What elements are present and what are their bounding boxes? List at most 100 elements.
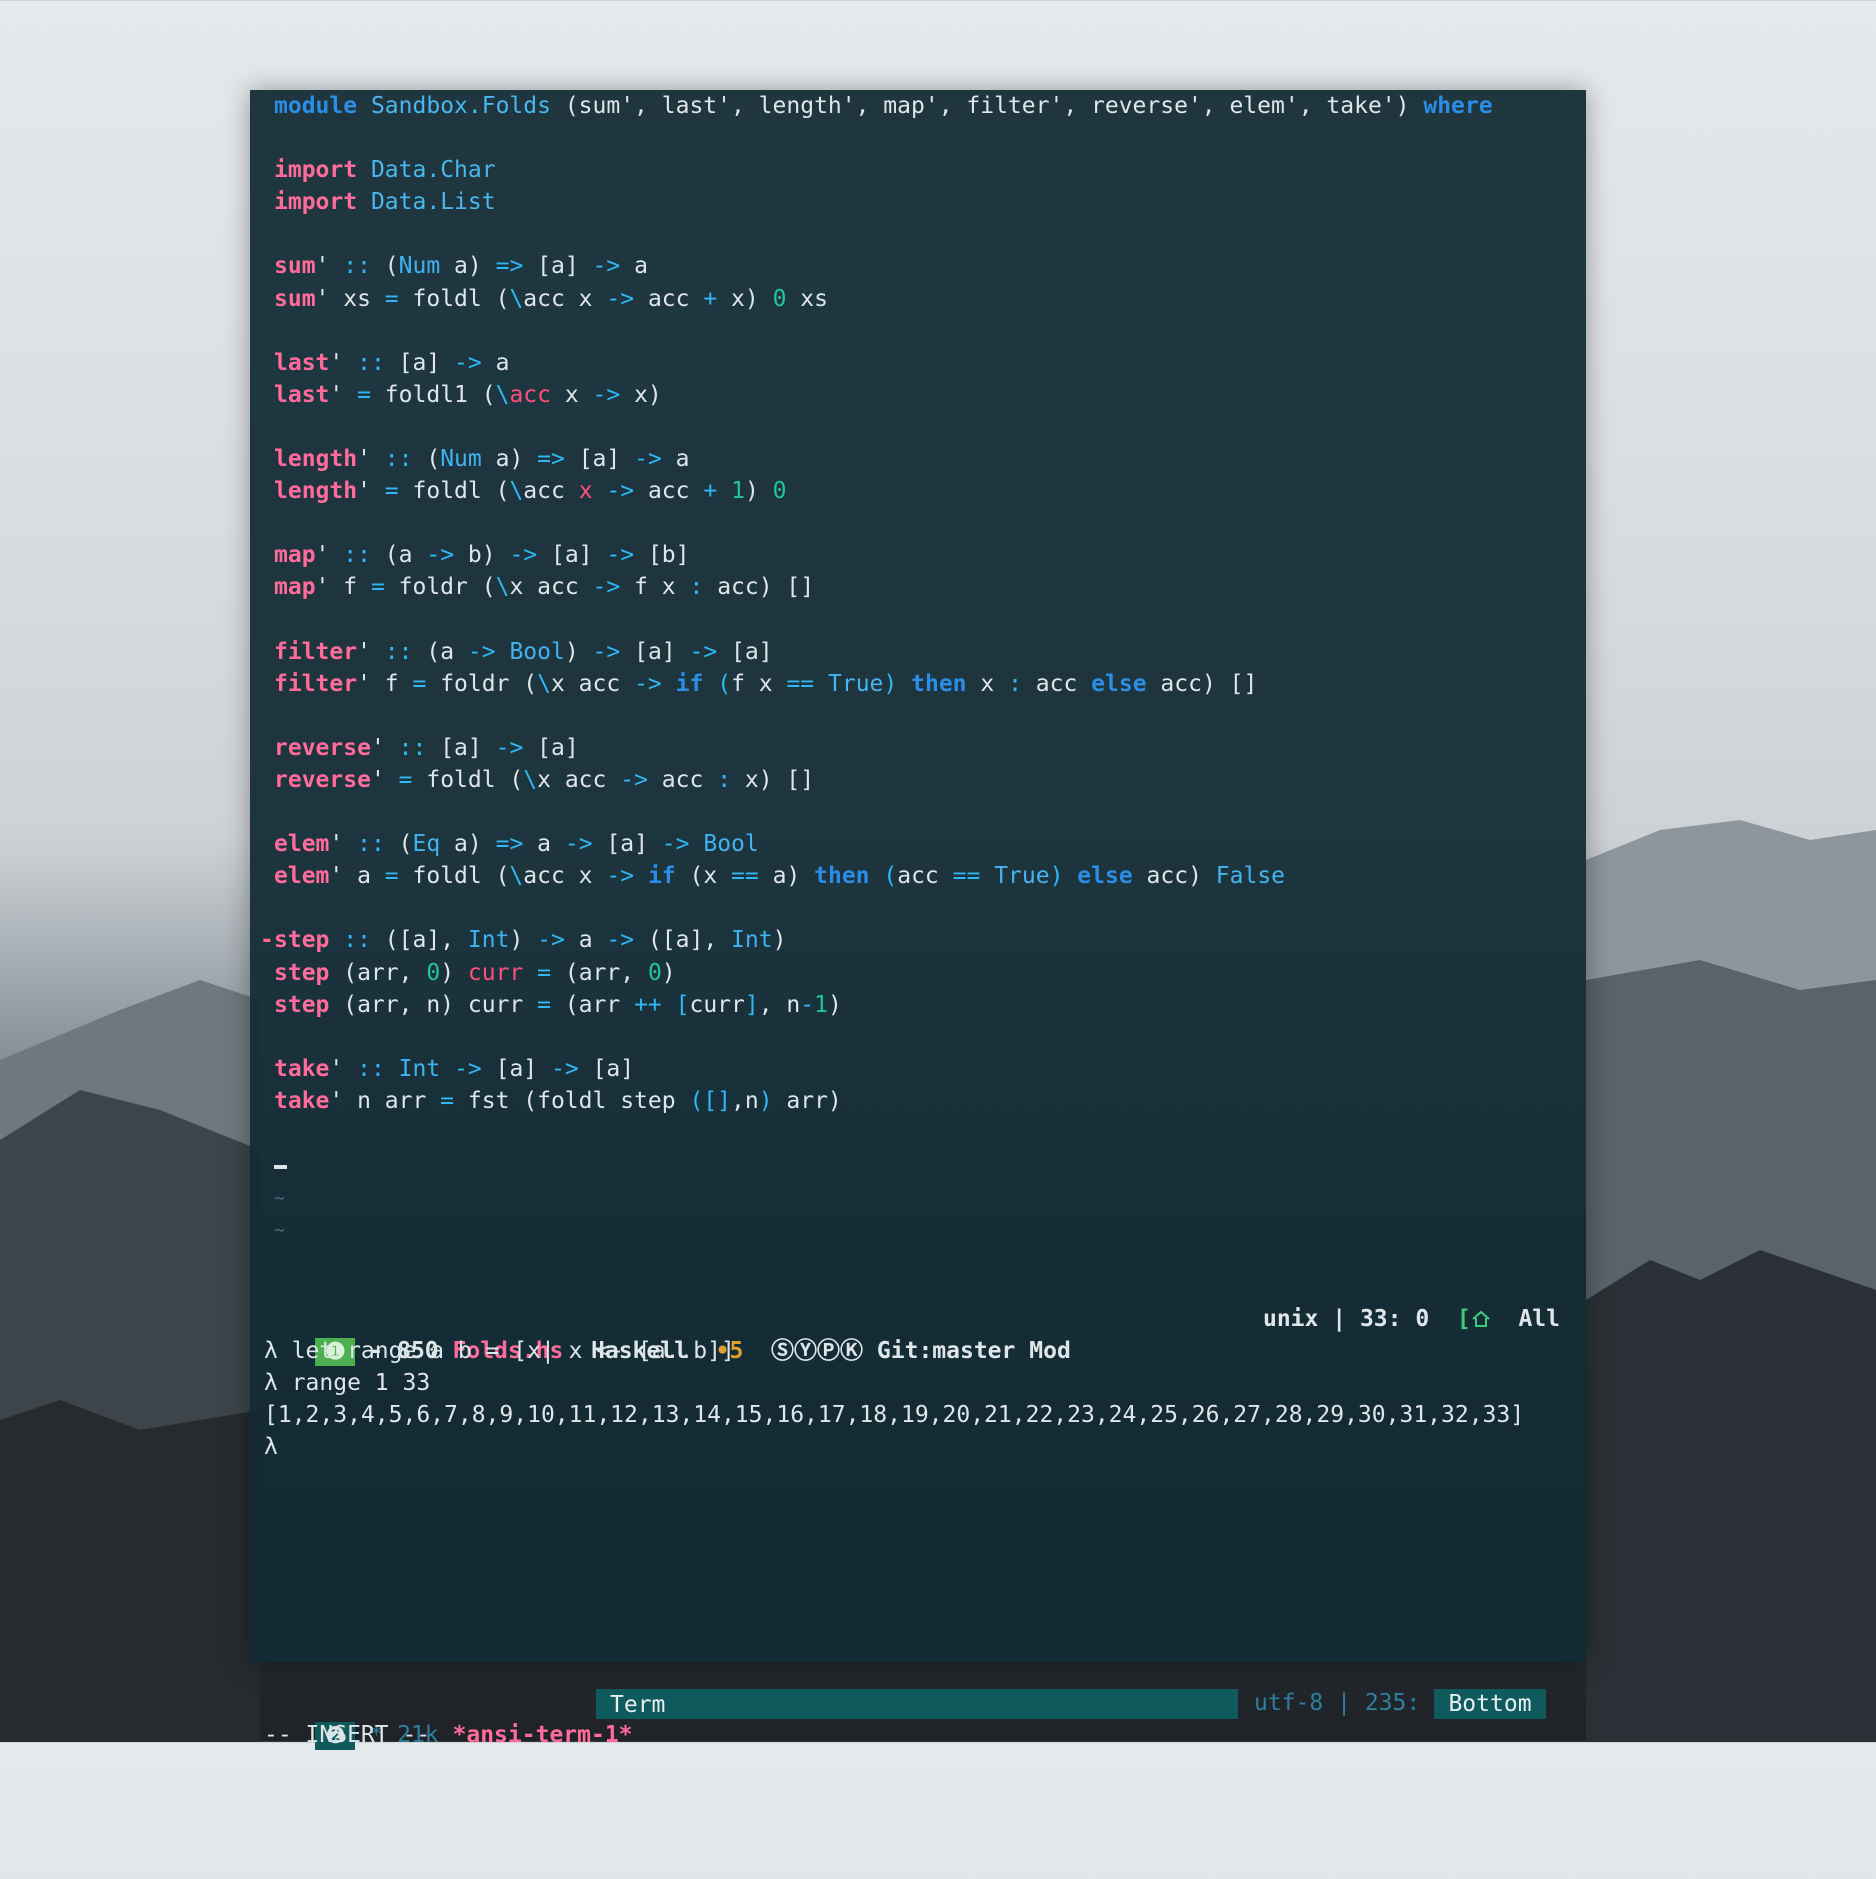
code-token: reverse xyxy=(274,734,371,761)
code-line[interactable]: - step :: ([a], Int) -> a -> ([a], Int) xyxy=(260,924,1576,956)
code-token: a xyxy=(661,446,690,473)
code-line[interactable]: last' :: [a] -> a xyxy=(260,347,1576,379)
code-line[interactable]: ~ xyxy=(260,1181,1576,1213)
code-token: f x xyxy=(620,574,690,601)
modeline-top: ❶- 850 Folds.hs Haskell •5 ⓈⓎⓅⓀ Git:mast… xyxy=(260,1303,1576,1366)
echo-area: -- INSERT -- xyxy=(264,1722,431,1748)
code-token: ) xyxy=(564,638,593,665)
code-line[interactable] xyxy=(260,122,1576,154)
buffer-name[interactable]: *ansi-term-1* xyxy=(453,1722,633,1748)
code-line[interactable] xyxy=(260,1149,1576,1181)
code-token: step xyxy=(274,959,330,986)
code-token: Sandbox.Folds xyxy=(370,93,551,119)
code-line[interactable]: sum' :: (Num a) => [a] -> a xyxy=(260,250,1576,282)
code-token: \ xyxy=(537,670,551,697)
code-line[interactable]: reverse' :: [a] -> [a] xyxy=(260,732,1576,764)
code-token: module xyxy=(274,93,358,119)
code-token: = xyxy=(398,766,413,793)
code-token: a xyxy=(481,349,510,376)
code-token: filter xyxy=(274,670,358,697)
code-line[interactable]: length' :: (Num a) => [a] -> a xyxy=(260,443,1576,475)
code-line[interactable]: take' :: Int -> [a] -> [a] xyxy=(260,1053,1576,1085)
code-line[interactable] xyxy=(260,1021,1576,1053)
code-line[interactable] xyxy=(260,315,1576,347)
code-line[interactable] xyxy=(260,604,1576,636)
fringe-marker: - xyxy=(260,927,274,954)
ghci-repl[interactable]: λ let range a b = [x| x <- [a..b]] λ ran… xyxy=(260,1335,1576,1463)
code-token: foldl ( xyxy=(412,766,524,793)
code-line[interactable]: sum' xs = foldl (\acc x -> acc + x) 0 xs xyxy=(260,283,1576,315)
code-token: 0 xyxy=(772,285,787,312)
code-line[interactable]: length' = foldl (\acc x -> acc + 1) 0 xyxy=(260,475,1576,507)
code-token: x) xyxy=(620,381,662,408)
code-line[interactable]: reverse' = foldl (\x acc -> acc : x) [] xyxy=(260,764,1576,796)
code-line[interactable]: elem' :: (Eq a) => a -> [a] -> Bool xyxy=(260,828,1576,860)
code-line[interactable] xyxy=(260,892,1576,924)
code-line[interactable] xyxy=(260,796,1576,828)
term-mode[interactable]: Term xyxy=(596,1692,665,1718)
code-token: [a] xyxy=(620,638,690,665)
code-line[interactable]: module Sandbox.Folds (sum', last', lengt… xyxy=(260,90,1576,122)
code-token: if xyxy=(647,863,676,890)
code-token: = xyxy=(412,670,427,697)
code-token: \ xyxy=(509,285,524,312)
emacs-frame[interactable]: module Sandbox.Folds (sum', last', lengt… xyxy=(250,90,1586,1750)
code-token: ) xyxy=(509,927,538,954)
code-line[interactable]: map' f = foldr (\x acc -> f x : acc) [] xyxy=(260,571,1576,603)
code-line[interactable] xyxy=(260,411,1576,443)
code-token: : xyxy=(717,766,732,793)
code-token: ' f xyxy=(357,670,413,697)
code-token: foldl ( xyxy=(398,285,510,312)
modeline-bottom-info: utf-8 | 235: 2 xyxy=(1254,1687,1448,1719)
code-token: == xyxy=(786,670,815,697)
code-token: ([] xyxy=(689,1087,731,1114)
code-token: a xyxy=(620,253,648,280)
repl-prompt[interactable]: λ xyxy=(260,1431,1576,1463)
code-token: ' xyxy=(357,478,385,505)
code-token: acc xyxy=(509,381,551,408)
code-line[interactable]: ~ xyxy=(260,1213,1576,1245)
code-token: (arr xyxy=(550,991,635,1018)
code-line[interactable] xyxy=(260,1117,1576,1149)
code-token: a) xyxy=(440,253,496,280)
code-token: acc xyxy=(897,863,953,890)
code-line[interactable]: filter' :: (a -> Bool) -> [a] -> [a] xyxy=(260,636,1576,668)
code-token: ' xyxy=(357,446,385,473)
code-line[interactable] xyxy=(260,218,1576,250)
code-line[interactable]: filter' f = foldr (\x acc -> if (f x == … xyxy=(260,668,1576,700)
code-token: import xyxy=(274,189,358,216)
mode-bar: Term xyxy=(596,1689,1238,1719)
code-token: a xyxy=(564,927,607,954)
code-token: Bool xyxy=(703,831,759,858)
code-buffer[interactable]: module Sandbox.Folds (sum', last', lengt… xyxy=(260,90,1576,1245)
code-token: else xyxy=(1077,863,1133,890)
code-token: ' xs xyxy=(315,285,385,312)
code-line[interactable] xyxy=(260,700,1576,732)
code-token: ' xyxy=(315,542,344,569)
code-token: = xyxy=(370,574,385,601)
code-token: elem xyxy=(274,831,330,858)
code-line[interactable]: import Data.List xyxy=(260,186,1576,218)
code-line[interactable] xyxy=(260,507,1576,539)
code-token: ( xyxy=(717,670,732,697)
code-line[interactable]: import Data.Char xyxy=(260,154,1576,186)
code-token: x xyxy=(550,381,593,408)
code-line[interactable]: take' n arr = fst (foldl step ([],n) arr… xyxy=(260,1085,1576,1117)
code-line[interactable]: step (arr, n) curr = (arr ++ [curr], n-1… xyxy=(260,989,1576,1021)
code-line[interactable]: elem' a = foldl (\acc x -> if (x == a) t… xyxy=(260,860,1576,892)
code-token: ) xyxy=(440,959,468,986)
code-line[interactable]: step (arr, 0) curr = (arr, 0) xyxy=(260,957,1576,989)
code-token: x) [] xyxy=(731,766,815,793)
empty-line-tilde: ~ xyxy=(274,1188,285,1210)
encoding: utf-8 xyxy=(1254,1690,1324,1716)
code-line[interactable]: last' = foldl1 (\acc x -> x) xyxy=(260,379,1576,411)
code-line[interactable]: map' :: (a -> b) -> [a] -> [b] xyxy=(260,539,1576,571)
code-token: (arr, n) curr xyxy=(329,991,538,1018)
code-token: = xyxy=(537,991,551,1018)
